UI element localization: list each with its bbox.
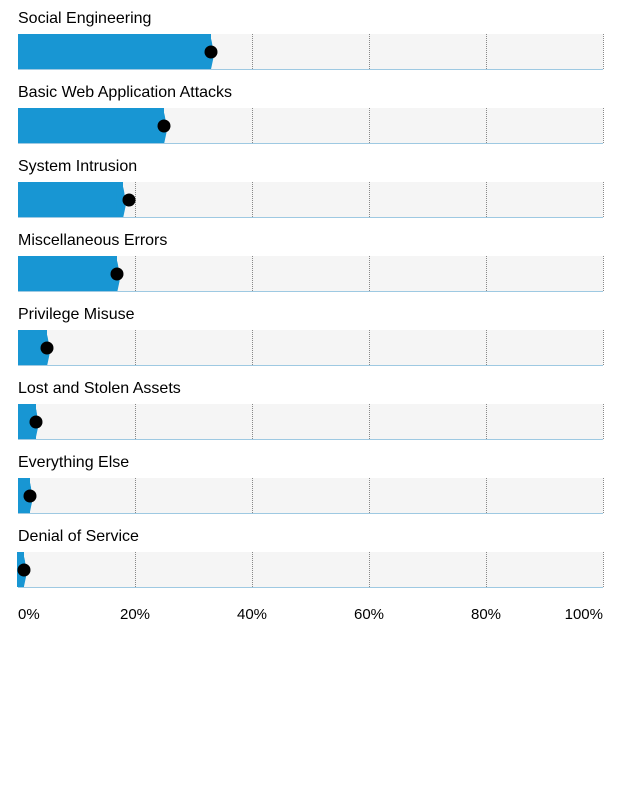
point-marker	[111, 267, 124, 280]
category-label: Lost and Stolen Assets	[18, 380, 603, 398]
chart-row: Everything Else	[18, 454, 603, 514]
bar-track	[18, 182, 603, 218]
chart-row: Denial of Service	[18, 528, 603, 588]
point-marker	[41, 341, 54, 354]
chart-row: Miscellaneous Errors	[18, 232, 603, 292]
category-label: Privilege Misuse	[18, 306, 603, 324]
point-marker	[205, 45, 218, 58]
x-axis: 0% 20% 40% 60% 80% 100%	[18, 602, 603, 630]
point-marker	[23, 489, 36, 502]
bar-track	[18, 34, 603, 70]
category-label: System Intrusion	[18, 158, 603, 176]
bar-track	[18, 552, 603, 588]
point-marker	[17, 563, 30, 576]
axis-tick-label: 80%	[471, 606, 501, 623]
point-marker	[158, 119, 171, 132]
axis-tick-label: 40%	[237, 606, 267, 623]
bar-fill	[18, 256, 117, 291]
chart-row: Lost and Stolen Assets	[18, 380, 603, 440]
bar-track	[18, 108, 603, 144]
axis-tick-label: 60%	[354, 606, 384, 623]
bar-fill	[18, 34, 211, 69]
chart-row: Social Engineering	[18, 10, 603, 70]
axis-tick-label: 100%	[565, 606, 603, 623]
bar-track	[18, 404, 603, 440]
chart-row: System Intrusion	[18, 158, 603, 218]
axis-tick-label: 0%	[18, 606, 40, 623]
point-marker	[123, 193, 136, 206]
category-label: Basic Web Application Attacks	[18, 84, 603, 102]
bar-chart: Social Engineering Basic Web Application …	[18, 10, 603, 630]
bar-track	[18, 330, 603, 366]
point-marker	[29, 415, 42, 428]
bar-fill	[18, 108, 164, 143]
chart-row: Privilege Misuse	[18, 306, 603, 366]
bar-track	[18, 256, 603, 292]
axis-tick-label: 20%	[120, 606, 150, 623]
category-label: Social Engineering	[18, 10, 603, 28]
category-label: Miscellaneous Errors	[18, 232, 603, 250]
category-label: Everything Else	[18, 454, 603, 472]
bar-track	[18, 478, 603, 514]
category-label: Denial of Service	[18, 528, 603, 546]
bar-fill	[18, 182, 123, 217]
chart-row: Basic Web Application Attacks	[18, 84, 603, 144]
